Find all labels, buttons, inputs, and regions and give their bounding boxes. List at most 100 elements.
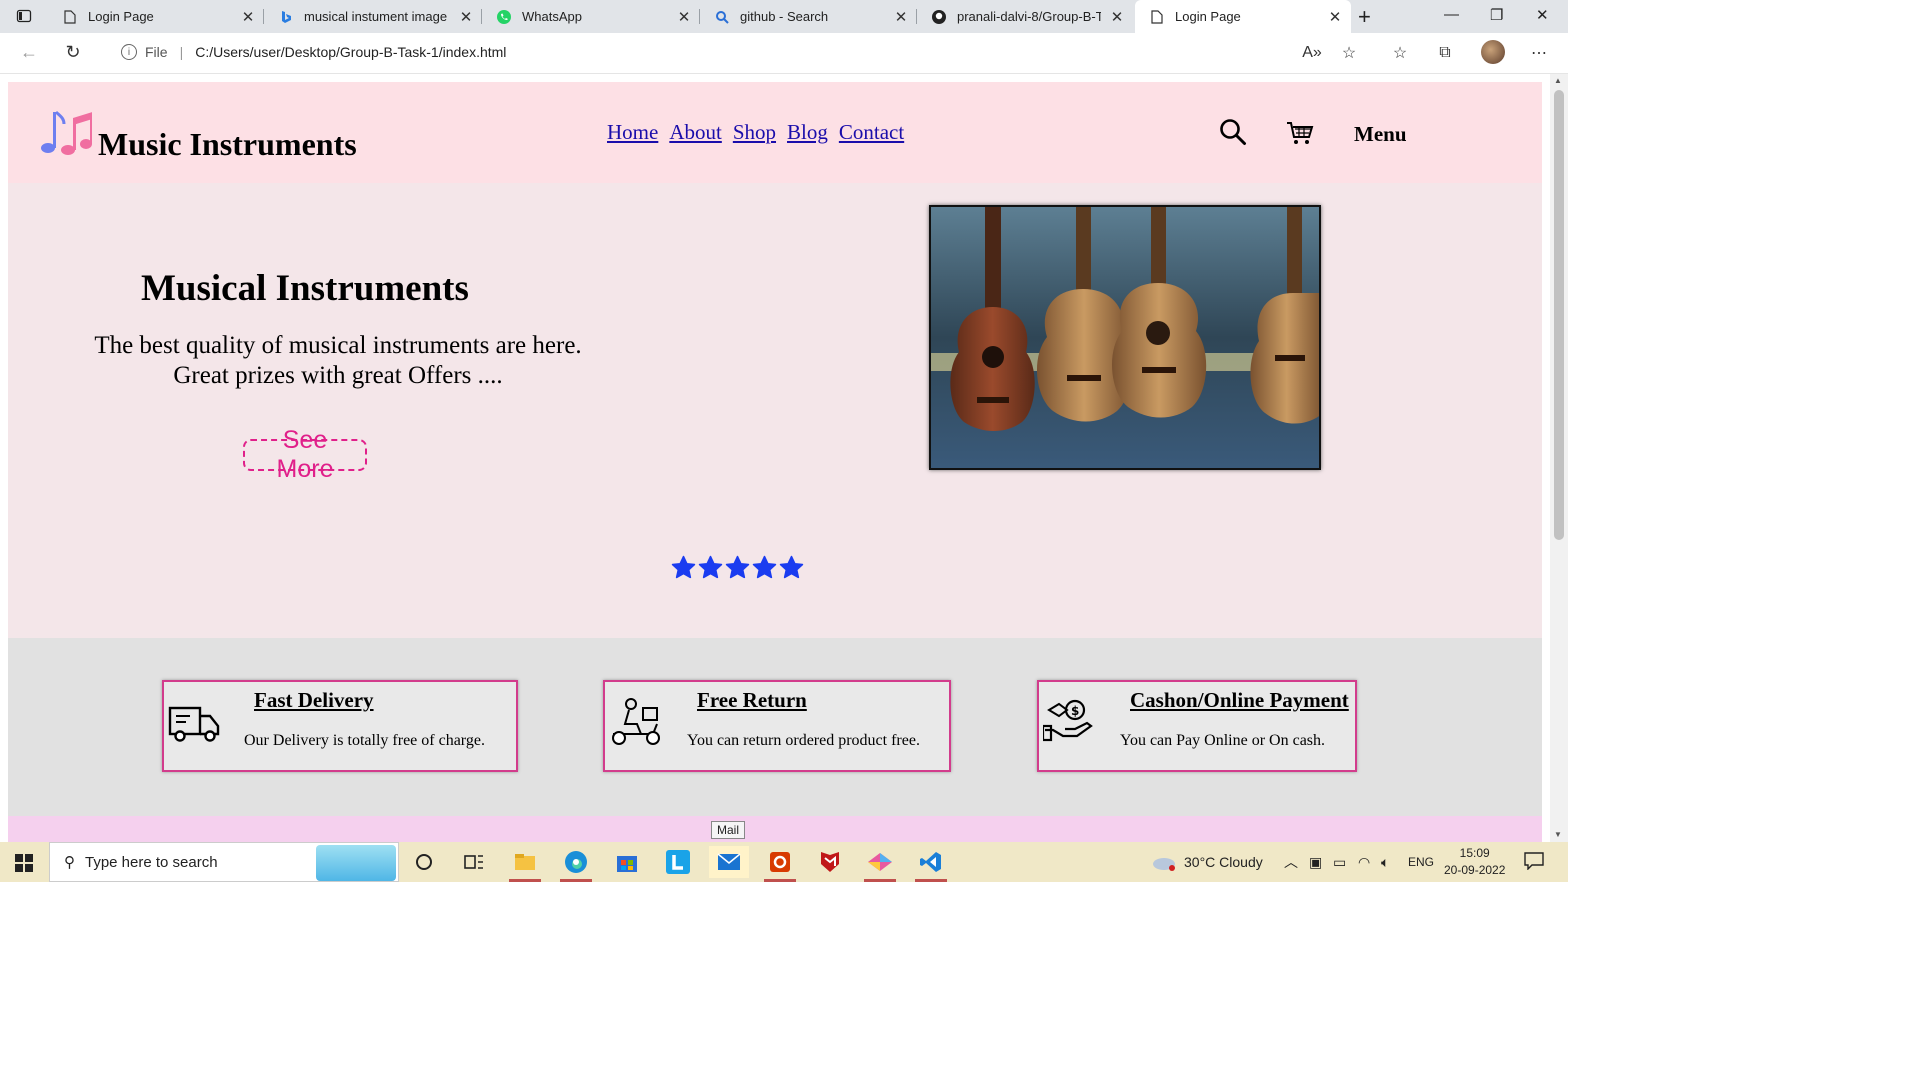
bing-icon xyxy=(278,9,294,25)
notification-center-icon[interactable] xyxy=(1524,852,1544,870)
payment-hand-icon: $ xyxy=(1043,699,1093,742)
search-placeholder: Type here to search xyxy=(85,853,218,871)
camera-icon[interactable]: ▣ xyxy=(1309,842,1322,882)
scrollbar-thumb[interactable] xyxy=(1554,90,1564,540)
system-clock[interactable]: 15:09 20-09-2022 xyxy=(1444,845,1505,879)
tab-musical-instrument-image[interactable]: musical instument image - Bing ✕ xyxy=(264,0,482,33)
window-close-icon[interactable]: ✕ xyxy=(1536,6,1549,24)
feature-title: Fast Delivery xyxy=(254,688,374,712)
feature-text: You can Pay Online or On cash. xyxy=(1120,732,1326,749)
close-icon[interactable]: ✕ xyxy=(1327,8,1343,26)
tab-actions-icon[interactable] xyxy=(16,8,32,24)
add-favorite-icon[interactable]: ☆ xyxy=(1338,42,1360,64)
mcafee-icon[interactable] xyxy=(810,846,850,878)
weather-widget[interactable]: 30°C Cloudy xyxy=(1152,842,1263,882)
scroll-up-icon[interactable]: ▲ xyxy=(1554,76,1562,85)
tab-github-search[interactable]: github - Search ✕ xyxy=(700,0,917,33)
info-icon[interactable]: i xyxy=(121,44,137,60)
search-icon xyxy=(714,9,730,25)
page-viewport: Music Instruments Home About Shop Blog C… xyxy=(0,74,1550,842)
close-icon[interactable]: ✕ xyxy=(458,8,474,26)
search-highlight-image xyxy=(316,845,396,881)
nav-about-link[interactable]: About xyxy=(669,120,722,145)
restore-icon[interactable]: ❐ xyxy=(1490,6,1503,24)
star-icon xyxy=(725,555,750,579)
cortana-icon[interactable] xyxy=(404,846,444,878)
windows-start-icon[interactable] xyxy=(15,854,33,872)
feature-card-fast-delivery: Fast Delivery Our Delivery is totally fr… xyxy=(162,680,518,772)
vscode-icon[interactable] xyxy=(911,846,951,882)
search-icon: ⚲ xyxy=(64,854,75,871)
battery-icon[interactable]: ▭ xyxy=(1333,842,1346,882)
browser-tab-strip: Login Page ✕ musical instument image - B… xyxy=(0,0,1568,33)
favorites-icon[interactable]: ☆ xyxy=(1389,42,1411,64)
page-icon xyxy=(62,9,78,25)
star-icon xyxy=(698,555,723,579)
feature-text: Our Delivery is totally free of charge. xyxy=(244,732,485,749)
feature-card-free-return: Free Return You can return ordered produ… xyxy=(603,680,951,772)
feature-card-payment: $ Cashon/Online Payment You can Pay Onli… xyxy=(1037,680,1357,772)
features-section: Fast Delivery Our Delivery is totally fr… xyxy=(8,638,1542,816)
l-app-icon[interactable] xyxy=(658,846,698,878)
task-view-icon[interactable] xyxy=(454,846,494,878)
nav-blog-link[interactable]: Blog xyxy=(787,120,828,145)
close-icon[interactable]: ✕ xyxy=(240,8,256,26)
clock-date: 20-09-2022 xyxy=(1444,863,1506,877)
minimize-icon[interactable]: — xyxy=(1444,6,1459,23)
nav-shop-link[interactable]: Shop xyxy=(733,120,776,145)
scooter-delivery-icon xyxy=(612,698,660,745)
more-options-icon[interactable]: ⋯ xyxy=(1528,42,1550,64)
search-icon[interactable] xyxy=(1219,118,1247,146)
star-icon xyxy=(752,555,777,579)
volume-icon[interactable]: 🔈︎ xyxy=(1381,842,1389,882)
close-icon[interactable]: ✕ xyxy=(676,8,692,26)
url-text[interactable]: C:/Users/user/Desktop/Group-B-Task-1/ind… xyxy=(195,44,506,60)
wifi-icon[interactable]: ◠ xyxy=(1358,842,1370,882)
language-indicator[interactable]: ENG xyxy=(1408,842,1434,882)
ukulele-photo xyxy=(929,205,1321,470)
profile-avatar[interactable] xyxy=(1481,40,1505,64)
refresh-icon[interactable]: ↻ xyxy=(62,41,84,63)
page-scrollbar[interactable]: ▲ ▼ xyxy=(1550,74,1568,842)
scheme-label: File xyxy=(145,44,168,60)
address-bar[interactable]: i File | C:/Users/user/Desktop/Group-B-T… xyxy=(103,36,1363,68)
hero-title: Musical Instruments xyxy=(141,268,469,309)
close-icon[interactable]: ✕ xyxy=(893,8,909,26)
back-icon[interactable]: ← xyxy=(18,41,40,63)
tab-whatsapp[interactable]: WhatsApp ✕ xyxy=(482,0,700,33)
ukulele-illustration xyxy=(931,207,1319,468)
shopping-cart-icon[interactable] xyxy=(1286,120,1314,146)
new-tab-icon[interactable]: + xyxy=(1358,4,1371,30)
microsoft-store-icon[interactable] xyxy=(607,846,647,878)
office-icon[interactable] xyxy=(760,846,800,882)
taskbar-search-box[interactable]: ⚲ Type here to search xyxy=(49,842,399,882)
colorful-app-icon[interactable] xyxy=(860,846,900,882)
svg-text:$: $ xyxy=(1071,704,1079,718)
star-icon xyxy=(671,555,696,579)
show-hidden-icons[interactable]: ︿ xyxy=(1284,842,1298,882)
edge-icon[interactable] xyxy=(556,846,596,882)
whatsapp-icon xyxy=(496,9,512,25)
close-icon[interactable]: ✕ xyxy=(1109,8,1125,26)
divider: | xyxy=(179,44,184,60)
cloudy-weather-icon xyxy=(1153,858,1175,871)
tab-title: Login Page xyxy=(88,9,154,24)
read-aloud-icon[interactable]: A» xyxy=(1301,42,1323,64)
tab-title: musical instument image - Bing xyxy=(304,9,450,24)
scroll-down-icon[interactable]: ▼ xyxy=(1554,830,1562,839)
tab-github-repo[interactable]: pranali-dalvi-8/Group-B-Task-1 ✕ xyxy=(917,0,1133,33)
tab-title: Login Page xyxy=(1175,9,1241,24)
hero-section: Musical Instruments The best quality of … xyxy=(8,183,1542,638)
mail-icon[interactable] xyxy=(709,846,749,878)
collections-icon[interactable]: ⧉ xyxy=(1434,42,1456,64)
tab-login-page-active[interactable]: Login Page ✕ xyxy=(1135,0,1351,33)
see-more-button[interactable]: See More xyxy=(243,426,367,483)
nav-contact-link[interactable]: Contact xyxy=(839,120,904,145)
menu-button[interactable]: Menu xyxy=(1354,122,1407,147)
clock-time: 15:09 xyxy=(1459,846,1490,860)
github-icon xyxy=(931,9,947,25)
nav-home-link[interactable]: Home xyxy=(607,120,658,145)
windows-taskbar: ⚲ Type here to search 30°C Cloudy ︿ ▣ ▭ … xyxy=(0,842,1568,882)
tab-login-page-1[interactable]: Login Page ✕ xyxy=(48,0,264,33)
file-explorer-icon[interactable] xyxy=(505,846,545,882)
